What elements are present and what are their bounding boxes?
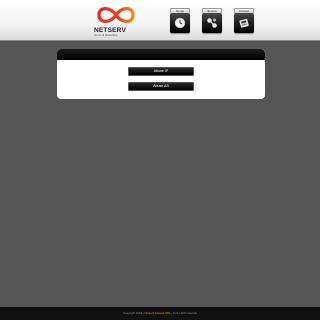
netserv-logo[interactable]: NETSERV Servizi di Networking — [92, 3, 140, 39]
abuse-ip-button[interactable]: Abuse IP — [128, 67, 194, 76]
abuse-as-button[interactable]: Abuse AS — [128, 82, 194, 91]
nav-contact-box — [234, 13, 254, 33]
site-footer: Copyright 2013 - Netserv Consult SRL - T… — [0, 307, 320, 320]
nav-contact-button[interactable]: Contact — [234, 8, 254, 34]
phone-icon — [239, 18, 249, 28]
brand-name: NETSERV — [94, 27, 126, 34]
footer-brand-link[interactable]: Netserv Consult SRL — [145, 311, 171, 315]
nav-source-box — [202, 13, 222, 33]
site-header: NETSERV Servizi di Networking Home Sourc… — [0, 0, 320, 41]
infinity-logo-icon — [97, 7, 135, 23]
nav-home-button[interactable]: Home — [170, 8, 190, 34]
footer-rights: - Tutti i diritti riservati — [171, 311, 197, 315]
brand-tagline: Servizi di Networking — [94, 34, 118, 37]
clock-icon — [174, 17, 186, 29]
panel-title-bar — [57, 49, 265, 60]
nav-source-button[interactable]: Source — [202, 8, 222, 34]
abuse-panel: Abuse IP Abuse AS — [57, 49, 265, 99]
network-icon — [207, 18, 217, 28]
footer-copyright: Copyright 2013 - — [123, 311, 144, 315]
nav-home-box — [170, 13, 190, 33]
